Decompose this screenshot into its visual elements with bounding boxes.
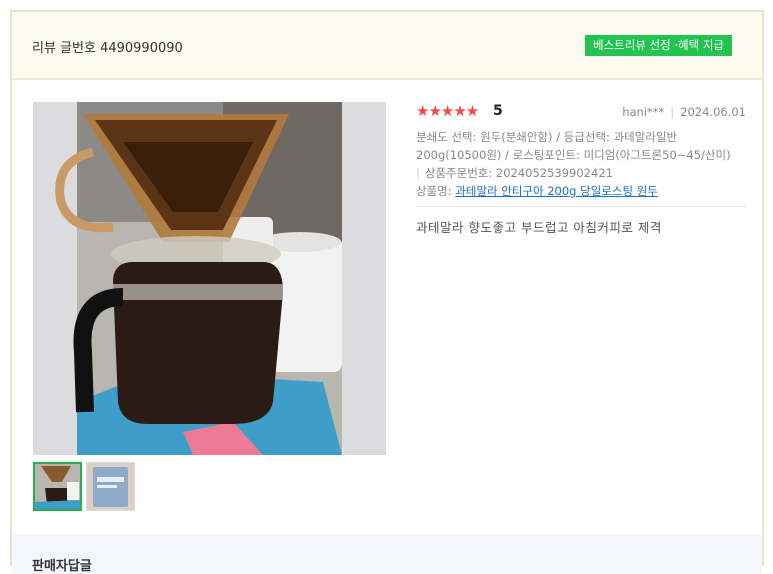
reviewer-id: hani*** [622,105,665,119]
order-number: 상품주문번호: 2024052539902421 [424,166,613,180]
seller-reply-title: 판매자답글 [32,559,92,574]
thumbnail-1[interactable] [33,462,82,511]
review-card: 리뷰 글번호 4490990090 베스트리뷰 선정 ·혜택 지급 ★★★★★ … [10,10,764,574]
review-date: 2024.06.01 [680,105,746,119]
order-number-line: | 상품주문번호: 2024052539902421 [416,164,746,182]
product-link[interactable]: 과테말라 안티구아 200g 당일로스팅 원두 [455,184,658,198]
review-info: ★★★★★ 5 hani*** | 2024.06.01 분쇄도 선택: 원두(분쇄… [416,102,746,236]
purchase-options: 분쇄도 선택: 원두(분쇄안함) / 등급선택: 과테말라일반 200g(105… [416,128,746,182]
thumbnail-2[interactable] [86,462,135,511]
order-divider: | [416,166,420,180]
review-header: 리뷰 글번호 4490990090 베스트리뷰 선정 ·혜택 지급 [12,12,762,80]
options-line-2: 200g(10500원) / 로스팅포인트: 미디엄(아그트론50~45/산미) [416,148,731,162]
review-main-photo[interactable] [33,102,386,455]
info-divider [416,206,746,207]
product-name-line: 상품명: 과테말라 안티구아 200g 당일로스팅 원두 [416,182,746,200]
options-line-1: 분쇄도 선택: 원두(분쇄안함) / 등급선택: 과테말라일반 [416,130,678,144]
review-meta: hani*** | 2024.06.01 [622,105,746,119]
photo-thumbnails [33,462,135,511]
coffee-bag-thumb-icon [87,463,134,510]
coffee-dripper-thumb-icon [35,464,80,509]
coffee-dripper-photo-icon [33,102,386,455]
meta-divider: | [670,105,675,119]
review-content: 과테말라 향도좋고 부드럽고 아침커피로 제격 [416,220,662,235]
seller-reply-section: 판매자답글 [12,534,762,574]
product-label: 상품명: [416,184,452,198]
review-number: 리뷰 글번호 4490990090 [32,41,183,56]
rating-row: ★★★★★ 5 hani*** | 2024.06.01 [416,102,746,124]
rating-score: 5 [493,103,503,119]
star-rating-icon: ★★★★★ [416,102,479,120]
best-review-badge: 베스트리뷰 선정 ·혜택 지급 [585,35,733,56]
